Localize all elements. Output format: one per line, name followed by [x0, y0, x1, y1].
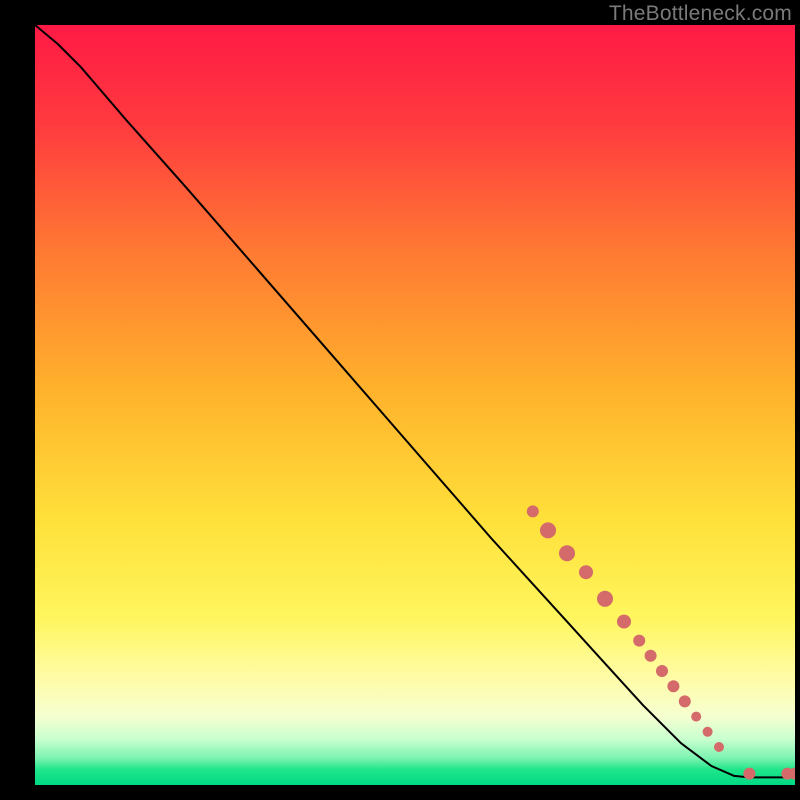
data-marker [527, 505, 539, 517]
data-marker [667, 680, 679, 692]
chart-container: TheBottleneck.com [0, 0, 800, 800]
data-marker [597, 591, 613, 607]
data-marker [540, 522, 556, 538]
plot-area [35, 25, 795, 785]
data-marker [633, 635, 645, 647]
data-marker [691, 712, 701, 722]
chart-svg [35, 25, 795, 785]
data-marker [679, 695, 691, 707]
data-marker [617, 615, 631, 629]
data-marker [714, 742, 724, 752]
data-marker [656, 665, 668, 677]
watermark-text: TheBottleneck.com [609, 2, 792, 26]
data-marker [703, 727, 713, 737]
data-marker [579, 565, 593, 579]
data-marker [743, 768, 755, 780]
data-marker [559, 545, 575, 561]
gradient-background [35, 25, 795, 785]
data-marker [645, 650, 657, 662]
